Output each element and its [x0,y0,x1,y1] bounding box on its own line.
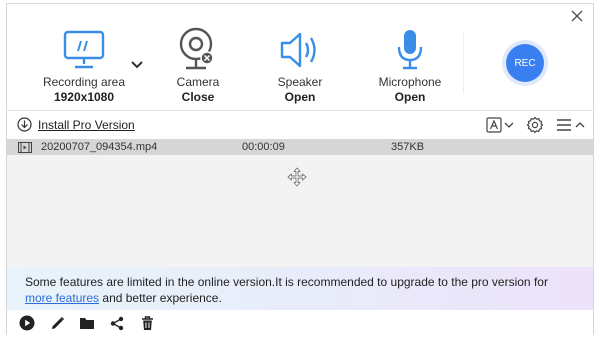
speaker-icon [269,24,331,70]
microphone-label: Microphone [378,75,442,89]
file-duration: 00:00:09 [242,141,285,153]
chevron-down-icon[interactable] [131,57,143,69]
camera-tool[interactable]: Camera Close [167,24,229,105]
hamburger-icon [557,119,571,131]
chevron-down-icon [504,122,514,128]
file-name: 20200707_094354.mp4 [41,141,158,153]
microphone-tool[interactable]: Microphone Open [375,24,445,105]
play-button[interactable] [19,315,35,331]
folder-icon [80,318,94,329]
camera-label: Camera [176,75,220,89]
install-pro-label: Install Pro Version [38,117,135,132]
pencil-icon [51,316,64,329]
bottom-toolbar [7,310,593,336]
list-item[interactable]: 20200707_094354.mp4 00:00:09 357KB [7,139,593,155]
recording-area-tool[interactable]: Recording area 1920x1080 [29,24,139,105]
recording-area-label: Recording area [42,75,126,89]
microphone-icon [375,24,445,70]
delete-button[interactable] [139,315,155,331]
speaker-label: Speaker [277,75,323,89]
microphone-value: Open [394,90,426,104]
edit-button[interactable] [49,315,65,331]
speaker-value: Open [284,90,316,104]
menu-button[interactable] [556,118,585,132]
text-format-button[interactable] [486,117,514,133]
speaker-tool[interactable]: Speaker Open [269,24,331,105]
rec-button[interactable]: REC [506,44,544,82]
upgrade-banner: Some features are limited in the online … [7,267,593,310]
banner-text: Some features are limited in the online … [25,275,548,289]
video-file-icon [18,142,32,153]
recording-area-value: 1920x1080 [53,90,115,104]
file-size: 357KB [391,141,425,153]
text-icon [486,117,502,133]
share-icon [110,316,124,330]
chevron-up-icon [575,122,585,128]
monitor-icon [29,24,139,70]
share-button[interactable] [109,315,125,331]
move-icon[interactable] [287,167,307,192]
camera-value: Close [181,90,215,104]
open-folder-button[interactable] [79,315,95,331]
play-icon [19,315,35,331]
trash-icon [141,315,153,330]
divider [463,32,464,94]
install-pro-link[interactable]: Install Pro Version [17,117,135,132]
webcam-icon [167,24,229,70]
banner-text-end: and better experience. [102,291,222,305]
download-circle-icon [17,117,32,132]
recorder-window: Recording area 1920x1080 Camera Close Sp… [6,3,594,336]
recording-list: 20200707_094354.mp4 00:00:09 357KB [7,139,593,267]
gear-icon [526,116,544,134]
settings-button[interactable] [526,116,544,134]
action-bar: Install Pro Version [7,111,593,139]
recording-toolbar: Recording area 1920x1080 Camera Close Sp… [7,4,593,110]
more-features-link[interactable]: more features [25,291,99,305]
